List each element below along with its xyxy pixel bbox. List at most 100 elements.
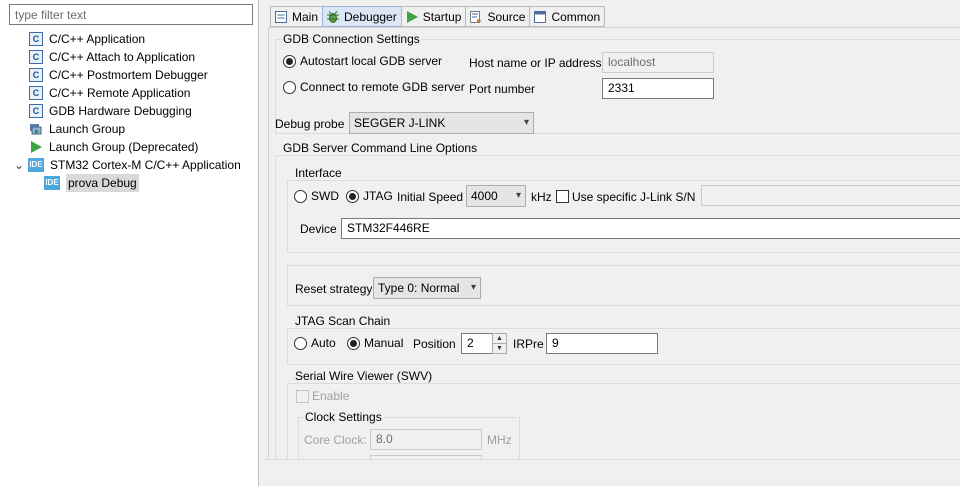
chevron-down-icon[interactable]: ⌄ <box>14 156 28 174</box>
filter-input[interactable] <box>9 4 253 25</box>
reset-strategy-label: Reset strategy <box>295 282 373 296</box>
launch-config-tree: C C/C++ Application C C/C++ Attach to Ap… <box>29 30 208 156</box>
c-app-icon: C <box>29 32 43 46</box>
main-icon <box>274 10 288 24</box>
irpre-field[interactable]: 9 <box>546 333 658 354</box>
tree-item-label: STM32 Cortex-M C/C++ Application <box>50 158 241 172</box>
tab-label: Debugger <box>344 9 397 24</box>
radio-indicator <box>283 80 296 94</box>
irpre-label: IRPre <box>513 337 544 351</box>
jlink-sn-label: Use specific J-Link S/N <box>572 190 696 204</box>
select-value: 4000 <box>471 189 498 203</box>
tree-item-label: C/C++ Attach to Application <box>49 50 196 64</box>
reset-strategy-select[interactable]: Type 0: Normal ▾ <box>373 277 481 299</box>
tab-source[interactable]: Source <box>465 6 530 27</box>
host-label: Host name or IP address <box>469 56 602 70</box>
radio-label: SWD <box>311 189 339 203</box>
ide-icon: IDE <box>44 176 60 190</box>
position-spinner[interactable]: ▲ ▼ <box>492 333 507 354</box>
chevron-down-icon: ▾ <box>515 190 521 201</box>
run-icon <box>29 140 43 154</box>
device-label: Device <box>300 222 337 236</box>
tree-item-c-attach[interactable]: C C/C++ Attach to Application <box>29 48 208 66</box>
c-app-icon: C <box>29 50 43 64</box>
tree-item-c-application[interactable]: C C/C++ Application <box>29 30 208 48</box>
tree-item-prova-debug[interactable]: IDE prova Debug <box>44 174 139 192</box>
tree-item-launch-group-deprecated[interactable]: Launch Group (Deprecated) <box>29 138 208 156</box>
tree-item-c-postmortem[interactable]: C C/C++ Postmortem Debugger <box>29 66 208 84</box>
initial-speed-select[interactable]: 4000 ▾ <box>466 185 526 207</box>
radio-label: Manual <box>364 336 404 350</box>
tab-common[interactable]: Common <box>529 6 606 27</box>
tab-main[interactable]: Main <box>270 6 323 27</box>
tab-debugger[interactable]: Debugger <box>322 6 401 27</box>
tree-item-label: Launch Group (Deprecated) <box>49 140 199 154</box>
scan-auto-radio[interactable]: Auto <box>294 336 336 350</box>
autostart-radio[interactable]: Autostart local GDB server <box>283 54 442 68</box>
position-label: Position <box>413 337 456 351</box>
remote-gdb-radio[interactable]: Connect to remote GDB server <box>283 80 465 94</box>
core-clock-label: Core Clock: <box>304 433 367 447</box>
core-clock-unit: MHz <box>487 433 512 447</box>
swd-radio[interactable]: SWD <box>294 189 339 203</box>
source-icon <box>469 10 483 24</box>
device-field[interactable]: STM32F446RE <box>341 218 960 239</box>
ide-icon: IDE <box>28 158 44 172</box>
select-value: SEGGER J-LINK <box>354 116 446 130</box>
core-clock-field[interactable]: 8.0 <box>370 429 482 450</box>
swv-enable-checkbox[interactable] <box>296 390 309 403</box>
chevron-down-icon: ▾ <box>523 117 529 128</box>
common-icon <box>533 10 547 24</box>
tab-startup[interactable]: Startup <box>400 6 466 27</box>
tree-item-label: prova Debug <box>66 174 139 192</box>
tab-label: Main <box>292 9 319 24</box>
clock-settings-title: Clock Settings <box>303 410 384 424</box>
jtag-radio[interactable]: JTAG <box>346 189 393 203</box>
spinner-down-icon[interactable]: ▼ <box>493 344 506 354</box>
initial-speed-label: Initial Speed <box>397 190 464 204</box>
port-label: Port number <box>469 82 536 96</box>
gdb-connection-title: GDB Connection Settings <box>281 32 422 46</box>
startup-icon <box>405 10 419 24</box>
jlink-sn-field[interactable] <box>701 185 960 206</box>
tree-item-label: C/C++ Postmortem Debugger <box>49 68 208 82</box>
jtag-scan-chain-title: JTAG Scan Chain <box>293 314 393 328</box>
tab-label: Common <box>551 9 601 24</box>
debugger-tab-content: GDB Connection Settings Autostart local … <box>268 27 960 475</box>
tree-item-gdb-hardware[interactable]: C GDB Hardware Debugging <box>29 102 208 120</box>
host-field[interactable]: localhost <box>602 52 714 73</box>
launch-config-tree-panel: C C/C++ Application C C/C++ Attach to Ap… <box>0 0 259 486</box>
select-value: Type 0: Normal <box>378 281 460 295</box>
swv-title: Serial Wire Viewer (SWV) <box>293 369 435 383</box>
debug-probe-select[interactable]: SEGGER J-LINK ▾ <box>349 112 534 134</box>
c-app-icon: C <box>29 68 43 82</box>
tree-item-label: GDB Hardware Debugging <box>49 104 192 118</box>
radio-label: Connect to remote GDB server <box>300 80 465 94</box>
radio-indicator <box>294 189 307 203</box>
interface-title: Interface <box>293 166 344 180</box>
c-app-icon: C <box>29 86 43 100</box>
scan-manual-radio[interactable]: Manual <box>347 336 403 350</box>
radio-indicator <box>283 54 296 68</box>
tree-item-launch-group[interactable]: Launch Group <box>29 120 208 138</box>
tree-item-label: C/C++ Remote Application <box>49 86 191 100</box>
swv-enable-label: Enable <box>312 389 350 403</box>
dialog-button-bar <box>265 459 960 486</box>
launch-group-icon <box>29 122 43 136</box>
speed-unit-label: kHz <box>531 190 552 204</box>
jlink-sn-checkbox[interactable] <box>556 190 569 203</box>
radio-label: Autostart local GDB server <box>300 54 443 68</box>
radio-indicator <box>346 189 359 203</box>
tree-item-stm32[interactable]: ⌄ IDE STM32 Cortex-M C/C++ Application <box>14 156 241 174</box>
spinner-up-icon[interactable]: ▲ <box>493 334 506 344</box>
port-field[interactable]: 2331 <box>602 78 714 99</box>
debugger-icon <box>326 10 340 24</box>
tab-label: Startup <box>422 9 462 24</box>
position-field[interactable]: 2 <box>461 333 493 354</box>
radio-label: JTAG <box>363 189 393 203</box>
tab-label: Source <box>487 9 526 24</box>
tree-item-label: C/C++ Application <box>49 32 146 46</box>
debug-probe-label: Debug probe <box>275 117 345 131</box>
tree-item-c-remote[interactable]: C C/C++ Remote Application <box>29 84 208 102</box>
radio-label: Auto <box>311 336 336 350</box>
